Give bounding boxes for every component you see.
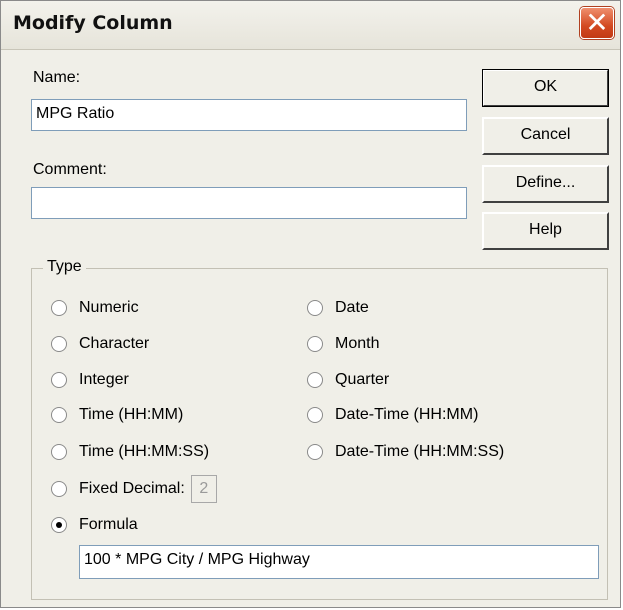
radio-label: Fixed Decimal:	[79, 480, 185, 497]
radio-circle	[307, 372, 323, 388]
radio-label: Date	[335, 299, 369, 316]
modify-column-dialog: Modify Column ✕ Name: MPG Ratio Comment:…	[0, 0, 621, 608]
radio-time-hhmmss[interactable]: Time (HH:MM:SS)	[51, 440, 209, 464]
radio-circle	[51, 481, 67, 497]
radio-circle	[51, 336, 67, 352]
radio-date[interactable]: Date	[307, 296, 369, 320]
ok-button[interactable]: OK	[482, 69, 609, 107]
radio-label: Numeric	[79, 299, 139, 316]
radio-integer[interactable]: Integer	[51, 368, 129, 392]
comment-label: Comment:	[33, 161, 107, 178]
radio-circle	[51, 300, 67, 316]
radio-fixed-decimal[interactable]: Fixed Decimal: 2	[51, 475, 217, 503]
radio-datetime-hhmmss[interactable]: Date-Time (HH:MM:SS)	[307, 440, 504, 464]
name-input[interactable]: MPG Ratio	[31, 99, 467, 131]
radio-label: Date-Time (HH:MM)	[335, 406, 479, 423]
radio-circle	[307, 444, 323, 460]
close-button[interactable]: ✕	[580, 7, 614, 39]
radio-label: Month	[335, 335, 380, 352]
radio-datetime-hhmm[interactable]: Date-Time (HH:MM)	[307, 403, 478, 427]
radio-circle	[51, 372, 67, 388]
radio-circle	[307, 407, 323, 423]
radio-quarter[interactable]: Quarter	[307, 368, 389, 392]
radio-label: Integer	[79, 371, 129, 388]
comment-input[interactable]	[31, 187, 467, 219]
radio-month[interactable]: Month	[307, 332, 379, 356]
radio-circle	[51, 407, 67, 423]
fixed-decimal-input: 2	[190, 475, 217, 503]
name-label: Name:	[33, 69, 81, 86]
dialog-title: Modify Column	[13, 12, 173, 34]
radio-character[interactable]: Character	[51, 332, 149, 356]
close-icon: ✕	[585, 7, 609, 38]
formula-input[interactable]: 100 * MPG City / MPG Highway	[79, 545, 599, 579]
radio-label: Quarter	[335, 371, 390, 388]
title-bar: Modify Column ✕	[1, 1, 620, 50]
radio-label: Date-Time (HH:MM:SS)	[335, 443, 505, 460]
radio-label: Formula	[79, 516, 138, 533]
radio-label: Time (HH:MM)	[79, 406, 184, 423]
define-button[interactable]: Define...	[482, 165, 609, 203]
type-legend: Type	[43, 258, 86, 276]
radio-circle-selected	[51, 517, 67, 533]
radio-circle	[307, 300, 323, 316]
radio-time-hhmm[interactable]: Time (HH:MM)	[51, 403, 183, 427]
radio-label: Character	[79, 335, 150, 352]
radio-numeric[interactable]: Numeric	[51, 296, 139, 320]
radio-circle	[51, 444, 67, 460]
radio-label: Time (HH:MM:SS)	[79, 443, 210, 460]
radio-formula[interactable]: Formula	[51, 513, 138, 537]
cancel-button[interactable]: Cancel	[482, 117, 609, 155]
radio-circle	[307, 336, 323, 352]
help-button[interactable]: Help	[482, 212, 609, 250]
